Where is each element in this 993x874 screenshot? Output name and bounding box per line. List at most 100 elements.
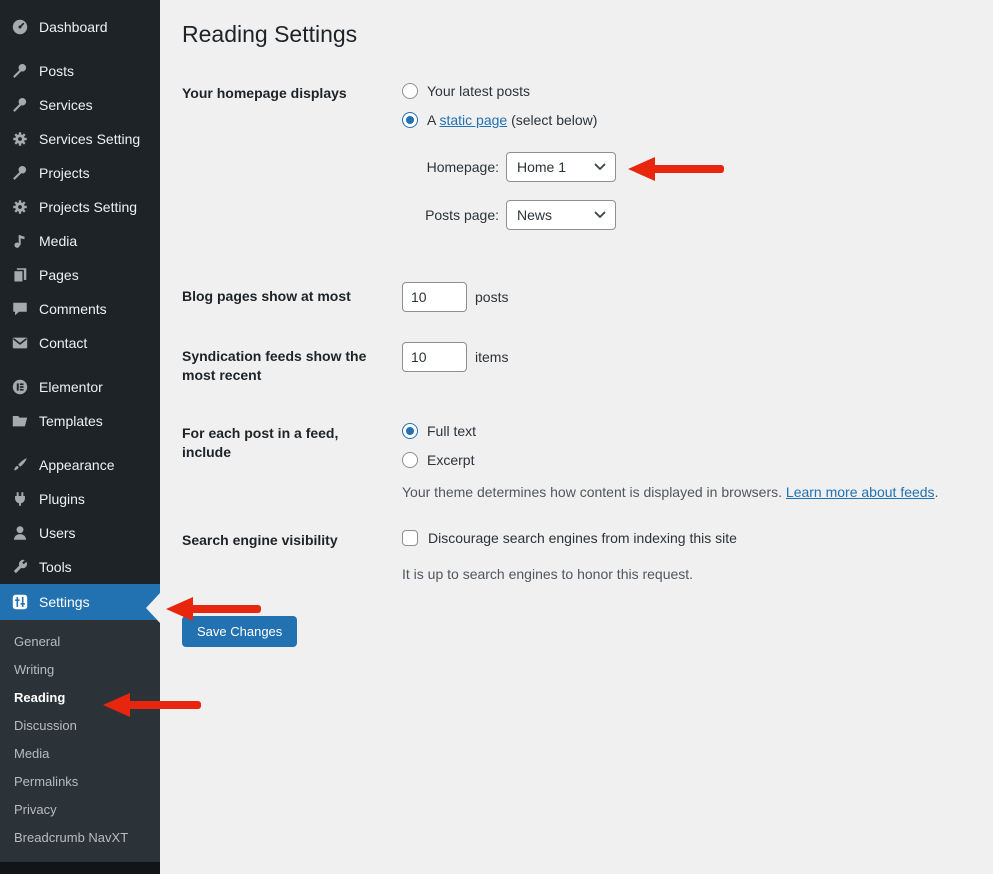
settings-submenu: General Writing Reading Discussion Media… xyxy=(0,620,160,862)
sliders-icon xyxy=(10,592,30,612)
page-title: Reading Settings xyxy=(182,20,953,49)
sidebar-bottom-strip xyxy=(0,862,160,874)
static-page-suffix: (select below) xyxy=(507,112,597,128)
discourage-indexing-option: Discourage search engines from indexing … xyxy=(402,526,953,550)
submenu-item-permalinks[interactable]: Permalinks xyxy=(0,768,160,796)
static-page-link[interactable]: static page xyxy=(439,112,507,128)
sidebar-item-tools[interactable]: Tools xyxy=(0,550,160,584)
sidebar-item-label: Services Setting xyxy=(39,131,140,147)
sidebar-item-projects[interactable]: Projects xyxy=(0,156,160,190)
syndication-unit: items xyxy=(475,349,508,365)
feed-content-label: For each post in a feed, include xyxy=(182,424,372,462)
posts-page-select-value: News xyxy=(517,207,552,223)
homepage-select-label: Homepage: xyxy=(421,159,499,175)
sidebar-item-elementor[interactable]: Elementor xyxy=(0,370,160,404)
submenu-item-reading[interactable]: Reading xyxy=(0,684,160,712)
full-text-label: Full text xyxy=(427,423,476,439)
excerpt-option: Excerpt xyxy=(402,448,953,472)
blog-pages-input[interactable] xyxy=(402,282,467,312)
sidebar-item-label: Elementor xyxy=(39,379,103,395)
sidebar-item-projects-setting[interactable]: Projects Setting xyxy=(0,190,160,224)
learn-more-feeds-link[interactable]: Learn more about feeds xyxy=(786,484,935,500)
sidebar-item-label: Templates xyxy=(39,413,103,429)
sidebar-item-comments[interactable]: Comments xyxy=(0,292,160,326)
static-page-option: A static page (select below) xyxy=(402,108,953,132)
sidebar-item-settings[interactable]: Settings xyxy=(0,584,160,620)
sidebar-item-label: Projects Setting xyxy=(39,199,137,215)
sidebar-item-label: Appearance xyxy=(39,457,115,473)
discourage-indexing-label: Discourage search engines from indexing … xyxy=(428,530,737,546)
homepage-select-value: Home 1 xyxy=(517,159,566,175)
sidebar-item-services-setting[interactable]: Services Setting xyxy=(0,122,160,156)
chevron-down-icon xyxy=(594,163,606,171)
current-menu-notch xyxy=(146,593,160,623)
media-icon xyxy=(10,231,30,251)
sidebar-item-label: Plugins xyxy=(39,491,85,507)
sidebar-item-label: Settings xyxy=(39,594,90,610)
mail-icon xyxy=(10,333,30,353)
pin-icon xyxy=(10,163,30,183)
save-changes-button[interactable]: Save Changes xyxy=(182,616,297,647)
syndication-label: Syndication feeds show the most recent xyxy=(182,347,372,385)
sidebar-item-plugins[interactable]: Plugins xyxy=(0,482,160,516)
sidebar-item-dashboard[interactable]: Dashboard xyxy=(0,10,160,44)
comments-icon xyxy=(10,299,30,319)
sidebar-item-label: Posts xyxy=(39,63,74,79)
homepage-displays-label: Your homepage displays xyxy=(182,84,347,103)
static-page-radio[interactable] xyxy=(402,112,418,128)
reading-settings-page: Reading Settings Your homepage displays … xyxy=(160,0,993,874)
sidebar-item-label: Contact xyxy=(39,335,87,351)
sidebar-item-templates[interactable]: Templates xyxy=(0,404,160,438)
sidebar-item-pages[interactable]: Pages xyxy=(0,258,160,292)
pin-icon xyxy=(10,95,30,115)
sidebar-item-label: Services xyxy=(39,97,93,113)
submenu-item-breadcrumb-navxt[interactable]: Breadcrumb NavXT xyxy=(0,824,160,852)
sidebar-item-media[interactable]: Media xyxy=(0,224,160,258)
homepage-select[interactable]: Home 1 xyxy=(506,152,616,182)
submenu-item-media[interactable]: Media xyxy=(0,740,160,768)
syndication-row: Syndication feeds show the most recent i… xyxy=(182,342,953,385)
sidebar-item-label: Pages xyxy=(39,267,79,283)
folder-icon xyxy=(10,411,30,431)
search-visibility-label: Search engine visibility xyxy=(182,531,338,550)
excerpt-label: Excerpt xyxy=(427,452,474,468)
plug-icon xyxy=(10,489,30,509)
sidebar-item-label: Projects xyxy=(39,165,90,181)
syndication-input[interactable] xyxy=(402,342,467,372)
latest-posts-radio[interactable] xyxy=(402,83,418,99)
dashboard-icon xyxy=(10,17,30,37)
submenu-item-general[interactable]: General xyxy=(0,628,160,656)
blog-pages-label: Blog pages show at most xyxy=(182,287,351,306)
sidebar-item-contact[interactable]: Contact xyxy=(0,326,160,360)
posts-page-select-label: Posts page: xyxy=(421,207,499,223)
elementor-icon xyxy=(10,377,30,397)
sidebar-item-posts[interactable]: Posts xyxy=(0,54,160,88)
discourage-indexing-checkbox[interactable] xyxy=(402,530,418,546)
posts-page-select[interactable]: News xyxy=(506,200,616,230)
gear-icon xyxy=(10,197,30,217)
sidebar-item-users[interactable]: Users xyxy=(0,516,160,550)
sidebar-item-label: Tools xyxy=(39,559,72,575)
latest-posts-option: Your latest posts xyxy=(402,79,953,103)
static-page-prefix: A xyxy=(427,112,439,128)
feed-content-row: For each post in a feed, include Full te… xyxy=(182,419,953,502)
sidebar-item-label: Media xyxy=(39,233,77,249)
sidebar-item-label: Comments xyxy=(39,301,107,317)
homepage-displays-row: Your homepage displays Your latest posts… xyxy=(182,79,953,230)
submenu-item-writing[interactable]: Writing xyxy=(0,656,160,684)
pages-icon xyxy=(10,265,30,285)
sidebar-item-services[interactable]: Services xyxy=(0,88,160,122)
submenu-item-privacy[interactable]: Privacy xyxy=(0,796,160,824)
full-text-option: Full text xyxy=(402,419,953,443)
wrench-icon xyxy=(10,557,30,577)
sidebar-item-appearance[interactable]: Appearance xyxy=(0,448,160,482)
search-visibility-row: Search engine visibility Discourage sear… xyxy=(182,526,953,584)
gear-icon xyxy=(10,129,30,149)
blog-pages-unit: posts xyxy=(475,289,508,305)
excerpt-radio[interactable] xyxy=(402,452,418,468)
admin-sidebar: Dashboard Posts Services Services Settin… xyxy=(0,0,160,874)
submenu-item-discussion[interactable]: Discussion xyxy=(0,712,160,740)
blog-pages-row: Blog pages show at most posts xyxy=(182,282,953,312)
full-text-radio[interactable] xyxy=(402,423,418,439)
brush-icon xyxy=(10,455,30,475)
